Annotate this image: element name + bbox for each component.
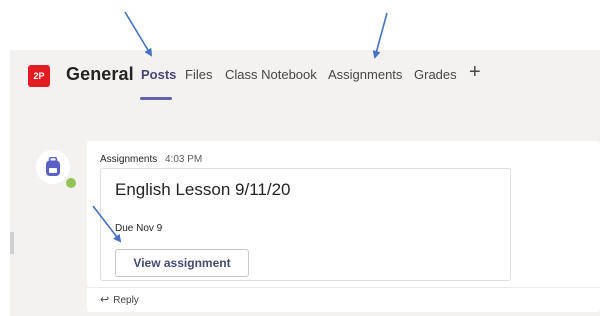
team-avatar[interactable]: 2P xyxy=(28,65,50,87)
tab-grades[interactable]: Grades xyxy=(414,67,457,82)
backpack-icon xyxy=(46,157,60,176)
post-timestamp: 4:03 PM xyxy=(165,154,203,165)
tab-class-notebook[interactable]: Class Notebook xyxy=(225,67,317,82)
post-card: Assignments 4:03 PM English Lesson 9/11/… xyxy=(87,141,600,312)
reply-button[interactable]: ↩ Reply xyxy=(100,293,139,306)
tab-files[interactable]: Files xyxy=(185,67,212,82)
tab-assignments[interactable]: Assignments xyxy=(328,67,402,82)
teams-window: 2P General Posts Files Class Notebook As… xyxy=(0,0,600,316)
conversation-area: Assignments 4:03 PM English Lesson 9/11/… xyxy=(10,100,600,316)
assignment-card[interactable]: English Lesson 9/11/20 Due Nov 9 View as… xyxy=(100,168,511,281)
reply-label: Reply xyxy=(113,295,139,306)
channel-name: General xyxy=(66,64,134,84)
assignment-title: English Lesson 9/11/20 xyxy=(115,180,291,199)
presence-status-icon xyxy=(64,176,78,190)
channel-header: 2P General Posts Files Class Notebook As… xyxy=(10,50,600,100)
scroll-edge xyxy=(10,232,14,254)
tab-posts[interactable]: Posts xyxy=(141,67,176,82)
view-assignment-button[interactable]: View assignment xyxy=(115,249,249,277)
reply-divider xyxy=(87,287,600,288)
plus-icon[interactable]: + xyxy=(469,62,481,82)
post-sender[interactable]: Assignments xyxy=(100,154,157,165)
reply-arrow-icon: ↩ xyxy=(100,294,110,306)
assignment-due-date: Due Nov 9 xyxy=(115,223,163,234)
arrow-icon xyxy=(124,11,153,57)
